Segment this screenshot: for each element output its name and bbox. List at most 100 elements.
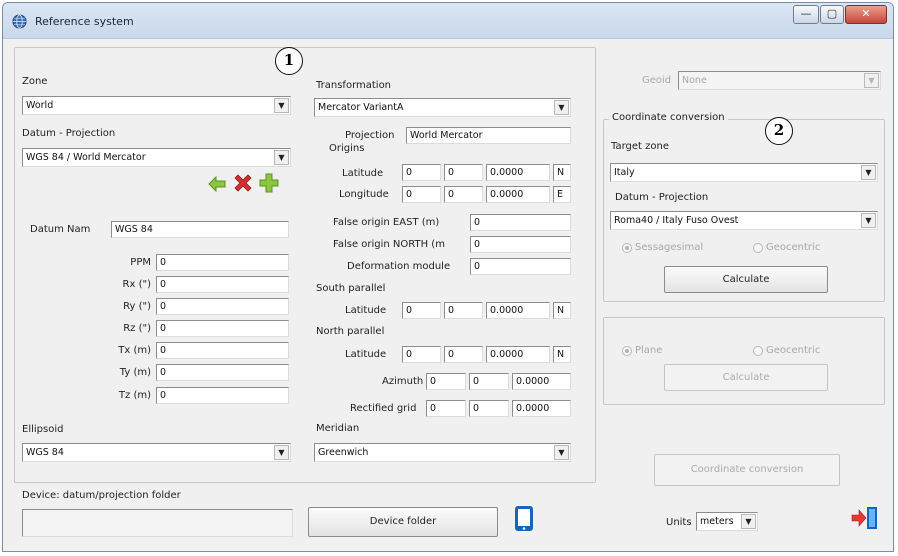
datum-projection-label: Datum - Projection xyxy=(22,128,116,139)
meridian-select[interactable]: Greenwich ▼ xyxy=(314,443,571,462)
north-latitude-min[interactable]: 0 xyxy=(444,346,483,363)
south-latitude-deg[interactable]: 0 xyxy=(402,302,441,319)
globe-icon xyxy=(12,14,27,29)
south-latitude-hemisphere[interactable]: N xyxy=(553,302,571,319)
ellipsoid-select[interactable]: WGS 84 ▼ xyxy=(22,443,291,462)
north-latitude-hemisphere[interactable]: N xyxy=(553,346,571,363)
chevron-down-icon: ▼ xyxy=(274,98,289,113)
azimuth-deg[interactable]: 0 xyxy=(426,373,466,390)
close-button[interactable]: ✕ xyxy=(845,5,887,24)
target-datum-projection-select[interactable]: Roma40 / Italy Fuso Ovest ▼ xyxy=(610,211,878,230)
add-plus-icon[interactable] xyxy=(258,172,280,194)
tablet-device-icon[interactable] xyxy=(513,504,535,534)
target-zone-value: Italy xyxy=(614,167,635,178)
reference-system-window: Reference system — ▢ ✕ 1 Zone World ▼ Da… xyxy=(2,2,894,552)
origin-latitude-deg[interactable]: 0 xyxy=(402,164,441,181)
datum-param-label: Ry (") xyxy=(123,301,151,312)
window-title: Reference system xyxy=(35,15,134,28)
ellipsoid-label: Ellipsoid xyxy=(22,424,64,435)
datum-param-input[interactable]: 0 xyxy=(156,364,289,381)
device-folder-button[interactable]: Device folder xyxy=(308,507,498,537)
azimuth-min[interactable]: 0 xyxy=(469,373,509,390)
arrow-left-icon[interactable] xyxy=(206,174,228,194)
rectified-grid-min[interactable]: 0 xyxy=(469,400,509,417)
radio-geocentric-lower[interactable] xyxy=(753,346,763,356)
datum-param-label: Tz (m) xyxy=(118,390,151,401)
origin-longitude-min[interactable]: 0 xyxy=(444,186,483,203)
rectified-grid-sec[interactable]: 0.0000 xyxy=(512,400,571,417)
chevron-down-icon: ▼ xyxy=(861,213,876,228)
tablet-device-screen xyxy=(518,509,530,526)
title-bar[interactable]: Reference system — ▢ ✕ xyxy=(3,3,893,39)
projection-input[interactable]: World Mercator xyxy=(406,127,571,144)
datum-param-input[interactable]: 0 xyxy=(156,342,289,359)
exit-door-icon[interactable] xyxy=(850,505,880,531)
units-select[interactable]: meters ▼ xyxy=(696,512,758,531)
false-origin-north-input[interactable]: 0 xyxy=(470,236,571,253)
maximize-button[interactable]: ▢ xyxy=(820,5,844,24)
datum-param-input[interactable]: 0 xyxy=(156,387,289,404)
transformation-label: Transformation xyxy=(316,80,392,91)
origin-latitude-sec[interactable]: 0.0000 xyxy=(486,164,550,181)
origin-longitude-deg[interactable]: 0 xyxy=(402,186,441,203)
radio-plane[interactable] xyxy=(622,346,632,356)
radio-plane-label: Plane xyxy=(635,345,663,356)
minimize-button[interactable]: — xyxy=(793,5,819,24)
deformation-module-label: Deformation module xyxy=(347,261,451,272)
south-latitude-sec[interactable]: 0.0000 xyxy=(486,302,550,319)
maximize-icon: ▢ xyxy=(826,7,838,20)
datum-param-label: Ty (m) xyxy=(119,367,151,378)
radio-geocentric[interactable] xyxy=(753,243,763,253)
transformation-select[interactable]: Mercator VariantA ▼ xyxy=(314,98,571,117)
azimuth-sec[interactable]: 0.0000 xyxy=(512,373,571,390)
datum-projection-value: WGS 84 / World Mercator xyxy=(26,152,146,163)
datum-name-label: Datum Nam xyxy=(30,224,91,235)
azimuth-label: Azimuth xyxy=(382,376,424,387)
false-origin-north-label: False origin NORTH (m xyxy=(333,239,445,250)
north-latitude-deg[interactable]: 0 xyxy=(402,346,441,363)
minimize-icon: — xyxy=(800,7,812,20)
zone-select[interactable]: World ▼ xyxy=(22,96,291,115)
calculate-lower-button[interactable]: Calculate xyxy=(664,364,828,391)
rectified-grid-deg[interactable]: 0 xyxy=(426,400,466,417)
deformation-module-input[interactable]: 0 xyxy=(470,258,571,275)
origin-longitude-sec[interactable]: 0.0000 xyxy=(486,186,550,203)
target-zone-label: Target zone xyxy=(611,141,669,152)
calculate-button[interactable]: Calculate xyxy=(664,266,828,293)
target-datum-projection-label: Datum - Projection xyxy=(615,192,709,203)
marker-2: 2 xyxy=(765,117,793,145)
chevron-down-icon: ▼ xyxy=(741,514,756,529)
units-label: Units xyxy=(666,517,692,528)
datum-param-input[interactable]: 0 xyxy=(156,320,289,337)
zone-value: World xyxy=(26,100,54,111)
delete-x-icon[interactable] xyxy=(232,172,254,194)
origin-longitude-hemisphere[interactable]: E xyxy=(553,186,571,203)
datum-name-input[interactable]: WGS 84 xyxy=(111,221,289,238)
datum-param-input[interactable]: 0 xyxy=(156,254,289,271)
geoid-label: Geoid xyxy=(642,75,672,86)
projection-label: Projection xyxy=(345,130,395,141)
ellipsoid-value: WGS 84 xyxy=(26,447,64,458)
datum-param-label: PPM xyxy=(130,257,151,268)
datum-param-input[interactable]: 0 xyxy=(156,298,289,315)
target-zone-select[interactable]: Italy ▼ xyxy=(610,163,878,182)
datum-param-label: Tx (m) xyxy=(118,345,151,356)
device-path-field[interactable] xyxy=(22,509,293,537)
geoid-select[interactable]: None ▼ xyxy=(678,71,881,90)
south-latitude-min[interactable]: 0 xyxy=(444,302,483,319)
datum-param-input[interactable]: 0 xyxy=(156,276,289,293)
north-latitude-label: Latitude xyxy=(345,349,387,360)
radio-sexagesimal[interactable] xyxy=(622,243,632,253)
chevron-down-icon: ▼ xyxy=(554,100,569,115)
close-icon: ✕ xyxy=(861,7,871,20)
false-origin-east-input[interactable]: 0 xyxy=(470,214,571,231)
delete-x-shape xyxy=(234,174,252,192)
north-latitude-sec[interactable]: 0.0000 xyxy=(486,346,550,363)
coordinate-conversion-button[interactable]: Coordinate conversion xyxy=(654,454,840,486)
datum-projection-select[interactable]: WGS 84 / World Mercator ▼ xyxy=(22,148,291,167)
chevron-down-icon: ▼ xyxy=(864,73,879,88)
origin-latitude-min[interactable]: 0 xyxy=(444,164,483,181)
geoid-value: None xyxy=(682,75,707,86)
origin-latitude-hemisphere[interactable]: N xyxy=(553,164,571,181)
arrow-left-shape xyxy=(208,175,226,193)
